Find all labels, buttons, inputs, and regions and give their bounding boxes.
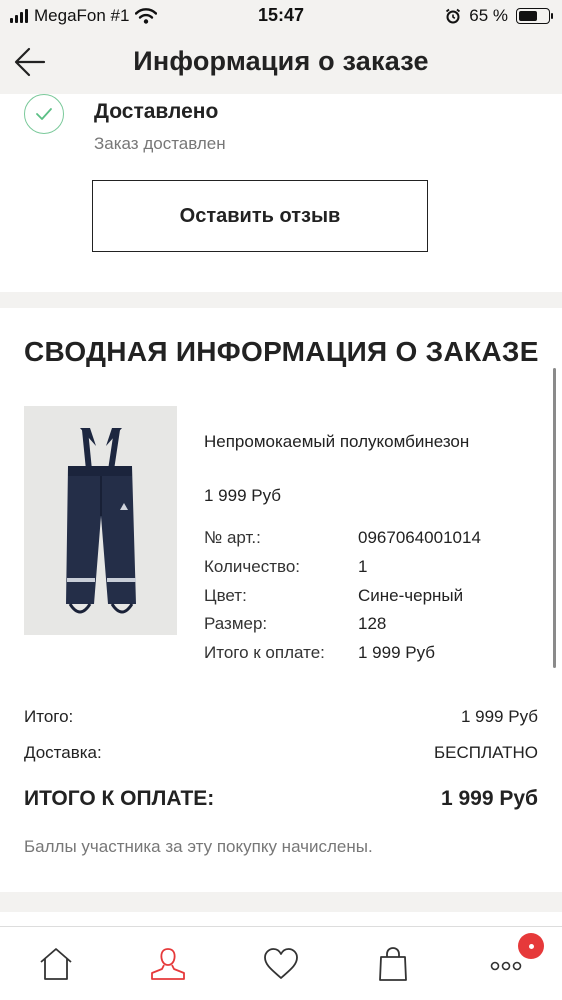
grand-total-row: ИТОГО К ОПЛАТЕ: 1 999 Руб [24, 787, 538, 811]
battery-fill [519, 11, 538, 21]
alarm-icon [446, 8, 461, 24]
profile-icon[interactable] [149, 945, 187, 983]
loyalty-points-note: Баллы участника за эту покупку начислены… [24, 837, 373, 856]
detail-value: 0967064001014 [358, 528, 481, 547]
delivery-cost-label: Доставка: [24, 743, 102, 762]
detail-label: Итого к оплате: [204, 643, 325, 662]
grand-total-label: ИТОГО К ОПЛАТЕ: [24, 787, 215, 810]
nav-favorites-button[interactable] [258, 941, 304, 987]
detail-value: 128 [358, 614, 387, 633]
detail-label: Цвет: [204, 586, 247, 605]
subtotal-label: Итого: [24, 707, 74, 726]
status-bar: MegaFon #1 15:47 65 % [0, 0, 562, 32]
battery-icon [516, 8, 553, 24]
detail-label: Размер: [204, 614, 268, 633]
order-summary-card: СВОДНАЯ ИНФОРМАЦИЯ О ЗАКАЗЕ Непромокаемы… [0, 308, 562, 892]
detail-row: Итого к оплате: 1 999 Руб [204, 643, 534, 667]
heart-icon[interactable] [262, 945, 300, 983]
product-image[interactable] [24, 406, 177, 635]
grand-total-value: 1 999 Руб [440, 787, 538, 810]
nav-cart-button[interactable] [370, 941, 416, 987]
product-name[interactable]: Непромокаемый полукомбинезон [204, 432, 469, 452]
detail-row: Цвет: Сине-черный [204, 586, 534, 610]
detail-row: Количество: 1 [204, 557, 534, 581]
detail-value: 1 [358, 557, 368, 576]
detail-value: 1 999 Руб [358, 643, 436, 662]
battery-percent: 65 % [469, 6, 508, 25]
notification-badge [518, 933, 544, 959]
home-icon[interactable] [37, 945, 75, 983]
summary-title: СВОДНАЯ ИНФОРМАЦИЯ О ЗАКАЗЕ [24, 336, 539, 367]
detail-label: № арт.: [204, 528, 261, 547]
subtotal-value: 1 999 Руб [460, 707, 538, 726]
delivery-status-title: Доставлено [94, 100, 219, 123]
nav-home-button[interactable] [33, 941, 79, 987]
detail-value: Сине-черный [358, 586, 464, 605]
check-circle-icon [24, 94, 64, 134]
subtotal-row: Итого: 1 999 Руб [24, 707, 538, 731]
nav-profile-button[interactable] [145, 941, 191, 987]
detail-label: Количество: [204, 557, 301, 576]
delivery-status-subtitle: Заказ доставлен [94, 134, 226, 153]
leave-review-button[interactable]: Оставить отзыв [92, 180, 428, 252]
page-title: Информация о заказе [133, 46, 429, 76]
delivery-cost-row: Доставка: БЕСПЛАТНО [24, 743, 538, 767]
delivery-cost-value: БЕСПЛАТНО [433, 743, 538, 762]
detail-row: Размер: 128 [204, 614, 534, 638]
scrollbar[interactable] [553, 368, 556, 668]
bottom-navigation [0, 926, 562, 1000]
detail-row: № арт.: 0967064001014 [204, 528, 534, 552]
app-header: Информация о заказе [0, 32, 562, 94]
shopping-bag-icon[interactable] [374, 945, 412, 983]
status-right: 65 % [445, 6, 553, 26]
delivery-status-card: Доставлено Заказ доставлен Оставить отзы… [0, 94, 562, 292]
product-price: 1 999 Руб [204, 486, 282, 505]
